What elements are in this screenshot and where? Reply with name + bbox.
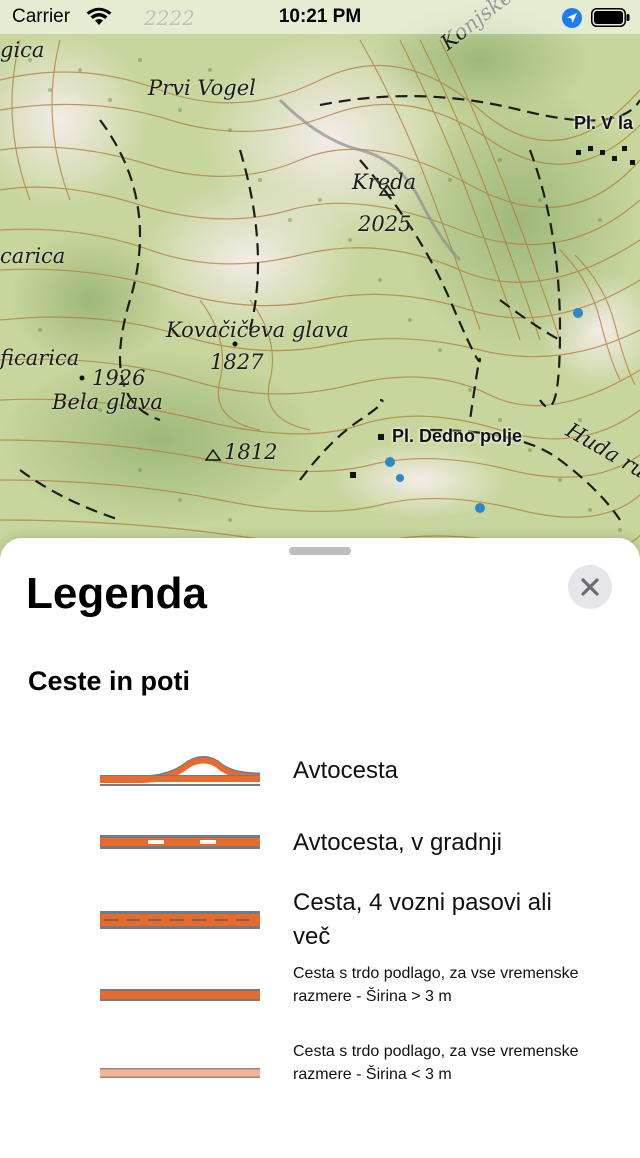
map-label-kreda: Kreda — [352, 170, 417, 194]
map-label-kreda-elevation: 2025 — [358, 212, 412, 236]
motorway-symbol — [100, 748, 261, 793]
map-terrain — [0, 0, 640, 560]
status-time: 10:21 PM — [278, 6, 362, 27]
legend-item-motorway: Avtocesta — [0, 744, 640, 794]
legend-item-road-4-lanes: Cesta, 4 vozni pasovi ali več — [0, 886, 640, 958]
legend-label-motorway: Avtocesta — [293, 757, 398, 784]
topographic-map[interactable]: 2222 gica Prvi Vogel Konjske polje Kreda… — [0, 0, 640, 560]
map-label-kovaciceva-elevation: 1827 — [210, 350, 264, 374]
legend-item-paved-road-narrow: Cesta s trdo podlago, za vse vremenske r… — [0, 1040, 640, 1112]
poi-label-pl-v-la[interactable]: Pl. V la — [574, 113, 633, 134]
map-label-bela-glava: Bela glava — [52, 390, 163, 414]
map-label-peak-1812: 1812 — [224, 440, 278, 464]
map-label-carica: carica — [0, 244, 66, 268]
map-label-prvi-vogel: Prvi Vogel — [148, 76, 256, 100]
location-arrow-icon — [561, 7, 583, 34]
motorway-construction-symbol — [100, 831, 260, 860]
status-bar: Carrier 10:21 PM — [0, 0, 640, 34]
map-label-gica: gica — [0, 38, 45, 62]
legend-label-paved-road-wide: Cesta s trdo podlago, za vse vremenske r… — [293, 965, 579, 1005]
legend-title: Legenda — [26, 569, 207, 618]
legend-item-paved-road-wide: Cesta s trdo podlago, za vse vremenske r… — [0, 962, 640, 1034]
map-label-kovaciceva-glava: Kovačičeva glava — [166, 318, 349, 342]
legend-item-motorway-under-construction: Avtocesta, v gradnji — [0, 826, 640, 866]
legend-sheet: Legenda Ceste in poti Avtocesta Avtocest… — [0, 538, 640, 1158]
paved-road-wide-symbol — [100, 988, 260, 1009]
poi-label-pl-dedno-polje[interactable]: Pl. Dedno polje — [392, 426, 522, 447]
road-4-lanes-symbol — [100, 909, 260, 936]
legend-label-paved-road-narrow: Cesta s trdo podlago, za vse vremenske r… — [293, 1043, 579, 1083]
close-button[interactable] — [568, 565, 612, 609]
battery-icon — [591, 8, 631, 32]
sheet-grabber[interactable] — [289, 547, 351, 555]
water-spring-marker — [573, 308, 583, 318]
section-title-roads: Ceste in poti — [28, 666, 191, 696]
map-label-bela-glava-elevation: 1926 — [92, 366, 146, 390]
map-label-ficarica: ficarica — [0, 346, 80, 370]
legend-label-road-4-lanes: Cesta, 4 vozni pasovi ali več — [293, 889, 552, 950]
paved-road-narrow-symbol — [100, 1066, 260, 1087]
legend-label-motorway-under-construction: Avtocesta, v gradnji — [293, 829, 503, 856]
